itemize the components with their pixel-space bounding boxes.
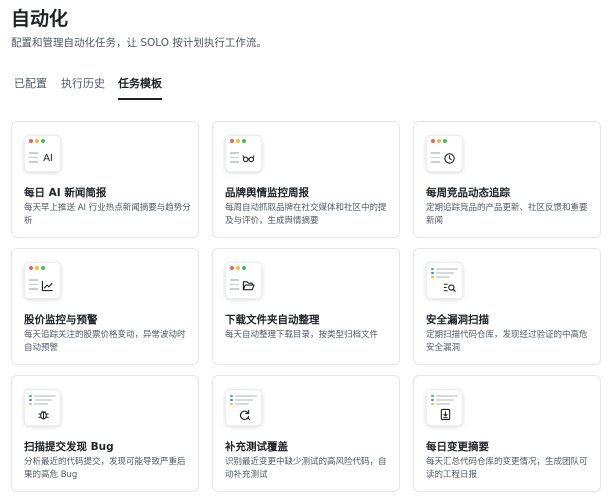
template-title: 补充测试覆盖	[225, 441, 288, 453]
template-title: 品牌舆情监控周报	[225, 187, 309, 199]
page-description: 配置和管理自动化任务，让 SOLO 按计划执行工作流。	[11, 37, 267, 49]
document-icon	[439, 408, 452, 421]
template-description: 识别最近变更中缺少测试的高风险代码，自动补充测试	[225, 457, 387, 480]
template-thumbnail	[225, 389, 262, 426]
template-card-competitor-tracking[interactable]: 每周竞品动态追踪 定期追踪竞品的产品更新、社区反馈和重要新闻	[413, 121, 601, 238]
template-title: 安全漏洞扫描	[426, 314, 489, 326]
template-description: 每天早上推送 AI 行业热点新闻摘要与趋势分析	[24, 203, 191, 226]
template-thumbnail	[24, 262, 61, 299]
template-title: 每周竞品动态追踪	[426, 187, 510, 199]
tab-run-history[interactable]: 执行历史	[61, 74, 105, 100]
template-title: 下载文件夹自动整理	[225, 314, 320, 326]
template-description: 每天汇总代码仓库的变更情况，生成团队可读的工程日报	[426, 457, 588, 480]
tab-configured[interactable]: 已配置	[14, 74, 47, 100]
template-description: 每天自动整理下载目录，按类型归档文件	[225, 330, 379, 340]
template-card-ai-news[interactable]: AI 每日 AI 新闻简报 每天早上推送 AI 行业热点新闻摘要与趋势分析	[11, 121, 199, 238]
template-thumbnail	[225, 135, 262, 172]
template-card-stock-monitor[interactable]: 股价监控与预警 每天追踪关注的股票价格变动，异常波动时自动预警	[11, 248, 199, 365]
template-card-daily-changes[interactable]: 每日变更摘要 每天汇总代码仓库的变更情况，生成团队可读的工程日报	[413, 375, 601, 492]
template-description: 每周自动抓取品牌在社交媒体和社区中的提及与评价，生成舆情摘要	[225, 203, 387, 226]
template-card-download-organizer[interactable]: 下载文件夹自动整理 每天自动整理下载目录，按类型归档文件	[212, 248, 400, 365]
folder-icon	[242, 279, 256, 292]
template-card-bug-scan[interactable]: 扫描提交发现 Bug 分析最近的代码提交，发现可能导致严重后果的高危 Bug	[11, 375, 199, 492]
template-card-brand-monitor[interactable]: 品牌舆情监控周报 每周自动抓取品牌在社交媒体和社区中的提及与评价，生成舆情摘要	[212, 121, 400, 238]
template-title: 每日变更摘要	[426, 441, 489, 453]
bug-icon	[37, 408, 50, 421]
refresh-icon	[238, 408, 251, 421]
page-title: 自动化	[11, 8, 69, 30]
template-thumbnail	[426, 135, 463, 172]
template-thumbnail	[225, 262, 262, 299]
template-description: 定期追踪竞品的产品更新、社区反馈和重要新闻	[426, 203, 588, 226]
template-thumbnail	[426, 389, 463, 426]
template-description: 每天追踪关注的股票价格变动，异常波动时自动预警	[24, 330, 186, 353]
template-description: 分析最近的代码提交，发现可能导致严重后果的高危 Bug	[24, 457, 186, 480]
template-thumbnail	[24, 389, 61, 426]
template-title: 股价监控与预警	[24, 314, 98, 326]
search-list-icon	[443, 281, 457, 294]
target-icon	[443, 152, 457, 165]
tab-bar: 已配置 执行历史 任务模板	[11, 74, 606, 100]
template-title: 扫描提交发现 Bug	[24, 441, 114, 453]
template-title: 每日 AI 新闻简报	[24, 187, 107, 199]
template-description: 定期扫描代码仓库，发现经过验证的中高危安全漏洞	[426, 330, 588, 353]
template-card-security-scan[interactable]: 安全漏洞扫描 定期扫描代码仓库，发现经过验证的中高危安全漏洞	[413, 248, 601, 365]
template-card-test-coverage[interactable]: 补充测试覆盖 识别最近变更中缺少测试的高风险代码，自动补充测试	[212, 375, 400, 492]
glasses-icon	[242, 152, 256, 165]
ai-text-icon: AI	[43, 153, 53, 164]
template-thumbnail: AI	[24, 135, 61, 172]
template-thumbnail	[426, 262, 463, 299]
tab-task-templates[interactable]: 任务模板	[118, 74, 162, 100]
chart-line-icon	[41, 279, 55, 292]
